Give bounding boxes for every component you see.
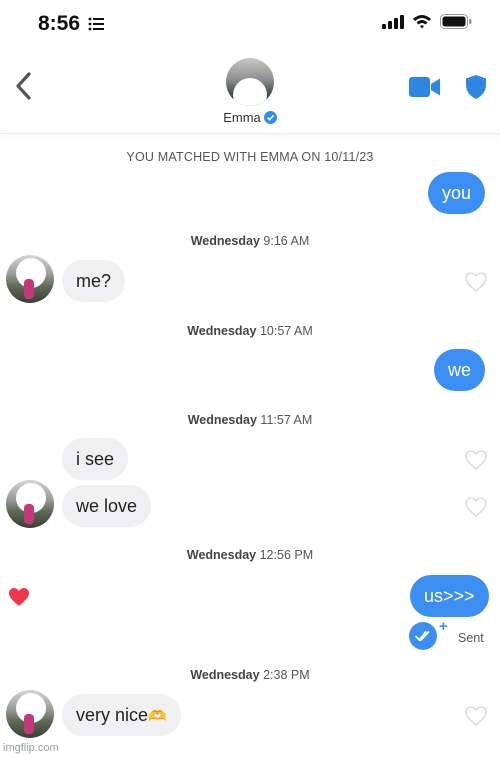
heart-hands-emoji: 🫶 xyxy=(148,708,167,725)
heart-icon[interactable] xyxy=(464,705,488,727)
timestamp: Wednesday 11:57 AM xyxy=(0,413,500,427)
message-bubble-incoming[interactable]: we love xyxy=(62,485,152,527)
timestamp-time: 12:56 PM xyxy=(259,548,314,562)
timestamp: Wednesday 12:56 PM xyxy=(0,548,500,562)
sent-status: Sent xyxy=(458,631,484,645)
status-icons xyxy=(382,14,472,29)
match-notice: YOU MATCHED WITH EMMA ON 10/11/23 xyxy=(126,150,374,164)
plus-icon[interactable]: + xyxy=(439,618,448,635)
video-call-icon[interactable] xyxy=(409,77,441,97)
battery-icon xyxy=(440,14,472,29)
watermark: imgflip.com xyxy=(3,742,59,754)
heart-icon[interactable] xyxy=(464,496,488,518)
timestamp-day: Wednesday xyxy=(190,234,260,248)
status-time: 8:56 xyxy=(38,12,81,35)
back-chevron-icon[interactable] xyxy=(12,70,36,102)
sender-avatar[interactable] xyxy=(6,480,54,528)
focus-list-icon xyxy=(88,17,104,31)
status-bar: 8:56 xyxy=(0,0,500,50)
message-bubble-outgoing[interactable]: you xyxy=(428,172,486,214)
timestamp: Wednesday 10:57 AM xyxy=(0,324,500,338)
read-receipt-icon[interactable] xyxy=(409,622,437,650)
heart-icon[interactable] xyxy=(464,449,488,471)
message-bubble-incoming[interactable]: i see xyxy=(62,438,129,480)
liked-heart-icon[interactable] xyxy=(7,586,31,608)
message-bubble-incoming[interactable]: me? xyxy=(62,260,126,302)
timestamp-day: Wednesday xyxy=(187,324,257,338)
verified-badge-icon xyxy=(263,111,277,124)
timestamp-day: Wednesday xyxy=(190,668,260,682)
sender-avatar[interactable] xyxy=(6,255,54,303)
message-bubble-incoming[interactable]: very nice🫶 xyxy=(62,694,181,736)
timestamp-time: 11:57 AM xyxy=(260,413,313,427)
timestamp-time: 9:16 AM xyxy=(263,234,310,248)
wifi-icon xyxy=(413,15,431,29)
sender-avatar[interactable] xyxy=(6,690,54,738)
match-name: Emma xyxy=(223,110,261,125)
match-avatar[interactable] xyxy=(226,58,274,106)
timestamp-day: Wednesday xyxy=(187,413,257,427)
cellular-signal-icon xyxy=(382,14,404,29)
timestamp-time: 10:57 AM xyxy=(259,324,313,338)
message-text: very nice xyxy=(76,705,149,725)
timestamp: Wednesday 2:38 PM xyxy=(0,668,500,682)
message-thread[interactable]: YOU MATCHED WITH EMMA ON 10/11/23 you We… xyxy=(0,134,500,758)
timestamp-day: Wednesday xyxy=(186,548,257,562)
timestamp: Wednesday 9:16 AM xyxy=(0,234,500,248)
match-name-row[interactable]: Emma xyxy=(0,110,500,125)
timestamp-time: 2:38 PM xyxy=(263,668,310,682)
avatar-redaction xyxy=(233,78,267,106)
heart-icon[interactable] xyxy=(464,271,488,293)
chat-header: Emma xyxy=(0,50,500,134)
message-bubble-outgoing[interactable]: we xyxy=(434,349,486,391)
shield-icon[interactable] xyxy=(465,74,487,100)
message-bubble-outgoing[interactable]: us>>> xyxy=(410,575,489,617)
